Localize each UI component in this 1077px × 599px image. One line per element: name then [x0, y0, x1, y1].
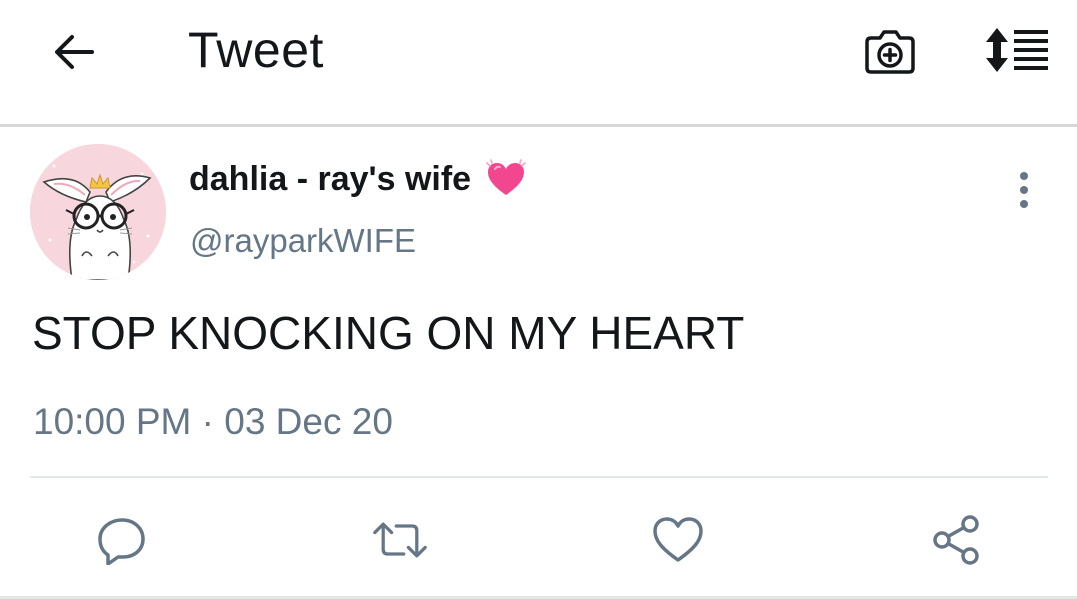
sparkling-heart-emoji — [486, 159, 526, 195]
tweet-text: STOP KNOCKING ON MY HEART — [32, 307, 745, 359]
back-button[interactable] — [46, 26, 102, 78]
sort-button[interactable] — [980, 22, 1052, 78]
camera-button[interactable] — [860, 22, 920, 80]
heart-icon — [653, 517, 703, 562]
display-name-text: dahlia - ray's wife — [189, 160, 472, 198]
page-title: Tweet — [188, 22, 324, 78]
share-icon — [933, 515, 979, 565]
share-button[interactable] — [928, 512, 984, 568]
retweet-button[interactable] — [372, 512, 428, 568]
vertical-dots-icon — [1020, 172, 1028, 208]
more-options-button[interactable] — [1002, 168, 1046, 212]
bunny-with-glasses-avatar — [30, 144, 166, 280]
author-display-name[interactable]: dahlia - ray's wife — [189, 157, 527, 201]
camera-plus-icon — [865, 30, 915, 74]
app-header: Tweet — [0, 0, 1077, 127]
tweet-timestamp[interactable]: 10:00 PM · 03 Dec 20 — [33, 399, 393, 445]
sort-list-icon — [986, 28, 1048, 72]
avatar[interactable] — [30, 144, 166, 280]
reply-button[interactable] — [94, 512, 150, 568]
retweet-icon — [373, 522, 427, 558]
like-button[interactable] — [650, 512, 706, 568]
divider — [30, 476, 1048, 478]
author-handle[interactable]: @rayparkWIFE — [190, 219, 416, 263]
arrow-left-icon — [55, 35, 94, 69]
reply-icon — [98, 518, 145, 565]
